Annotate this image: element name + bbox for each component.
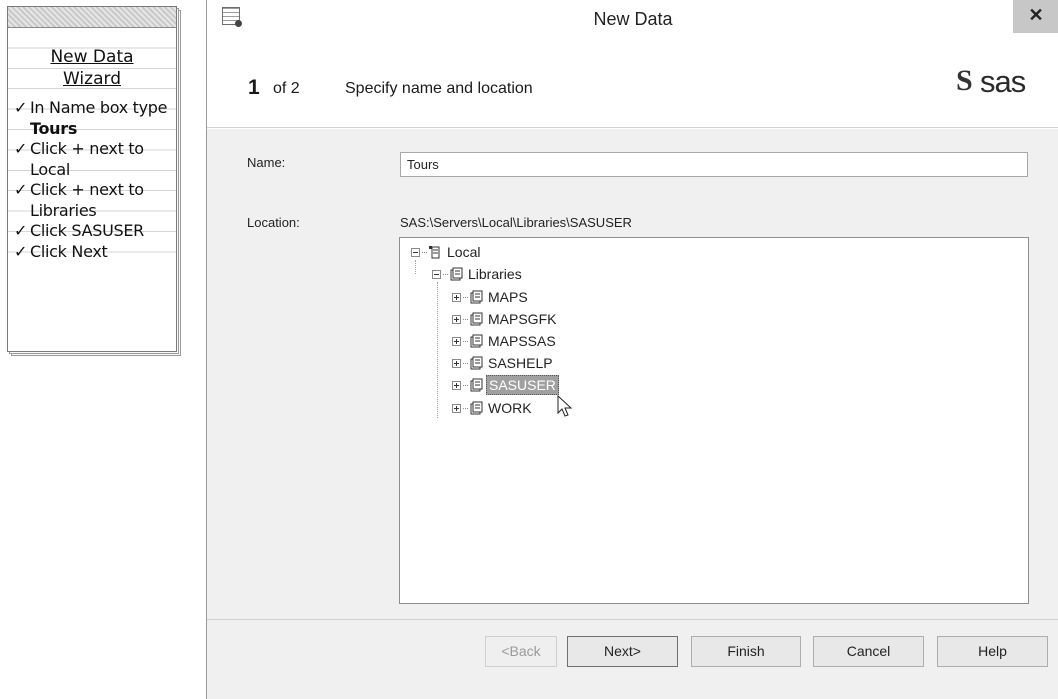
back-button[interactable]: <Back — [485, 636, 557, 667]
tree-node-label: SASUSER — [486, 375, 559, 395]
expand-icon[interactable] — [452, 292, 461, 302]
note-step: ✓ Click + next to Local — [14, 139, 170, 180]
step-title: Specify name and location — [345, 80, 533, 97]
check-icon: ✓ — [14, 98, 28, 117]
note-steps: ✓ In Name box type Tours ✓ Click + next … — [14, 98, 170, 262]
next-button[interactable]: Next> — [567, 636, 678, 667]
sas-logo: S sas — [956, 64, 1046, 100]
note-step-text: Click + next to Libraries — [30, 180, 144, 220]
tree-node-label: WORK — [488, 400, 532, 416]
new-data-dialog: New Data ✕ 1 of 2 Specify name and locat… — [206, 0, 1058, 699]
tree-node-label: MAPS — [488, 289, 528, 305]
note-binding — [8, 7, 176, 28]
note-step: ✓ Click SASUSER — [14, 221, 170, 242]
wizard-footer: <Back Next> Finish Cancel Help — [207, 619, 1058, 699]
note-step-bold: Tours — [30, 118, 78, 138]
note-step: ✓ Click Next — [14, 242, 170, 263]
wizard-header: 1 of 2 Specify name and location S sas — [207, 36, 1058, 128]
instruction-note: New Data Wizard ✓ In Name box type Tours… — [7, 6, 183, 357]
tree-node-library-selected[interactable]: SASUSER — [452, 375, 559, 395]
note-step-text: Click + next to Local — [30, 139, 144, 179]
window-title: New Data — [593, 9, 673, 29]
tree-connector — [422, 251, 427, 253]
note-step: ✓ Click + next to Libraries — [14, 180, 170, 221]
check-icon: ✓ — [14, 241, 28, 261]
step-number: 1 — [248, 76, 260, 99]
library-icon — [470, 334, 483, 348]
tree-node-library[interactable]: MAPSGFK — [452, 309, 558, 329]
cancel-button[interactable]: Cancel — [813, 636, 924, 667]
sas-logo-text: sas — [980, 64, 1026, 99]
library-icon — [470, 312, 483, 326]
note-title-line1: New Data — [50, 47, 134, 67]
tree-connector — [415, 260, 416, 274]
name-label: Name: — [247, 155, 286, 170]
tree-connector — [463, 362, 468, 364]
note-step-text: Click SASUSER — [30, 221, 144, 240]
tree-node-label: MAPSSAS — [488, 333, 556, 349]
mouse-pointer-icon — [557, 395, 573, 417]
tree-node-library[interactable]: MAPS — [452, 287, 530, 307]
location-tree[interactable]: Local Libraries MAPS MAPSGFK MAPSSAS SAS… — [399, 237, 1029, 604]
sas-logo-mark: S — [956, 64, 973, 97]
library-icon — [470, 290, 483, 304]
tree-connector — [443, 273, 448, 275]
check-icon: ✓ — [14, 221, 28, 240]
expand-icon[interactable] — [452, 380, 461, 390]
tree-node-libraries[interactable]: Libraries — [432, 264, 524, 284]
tree-connector — [463, 296, 468, 298]
library-icon — [470, 401, 483, 415]
collapse-icon[interactable] — [432, 269, 441, 279]
note-body: New Data Wizard ✓ In Name box type Tours… — [8, 28, 176, 262]
expand-icon[interactable] — [452, 358, 461, 368]
note-step-text: In Name box type — [30, 98, 168, 117]
close-button[interactable]: ✕ — [1013, 0, 1058, 33]
name-input[interactable] — [400, 152, 1028, 177]
step-count: of 2 — [273, 80, 300, 97]
tree-connector — [463, 384, 468, 386]
wizard-content: Name: Location: SAS:\Servers\Local\Libra… — [207, 129, 1058, 619]
library-icon — [470, 378, 483, 392]
tree-node-label: Local — [447, 244, 481, 260]
help-button[interactable]: Help — [937, 636, 1048, 667]
tree-node-library[interactable]: WORK — [452, 398, 534, 418]
expand-icon[interactable] — [452, 403, 461, 413]
server-icon — [429, 246, 440, 259]
library-icon — [450, 267, 463, 281]
note-step: ✓ In Name box type Tours — [14, 98, 170, 139]
tree-connector — [463, 340, 468, 342]
tree-connector — [437, 282, 438, 418]
library-icon — [470, 356, 483, 370]
location-label: Location: — [247, 215, 300, 230]
expand-icon[interactable] — [452, 314, 461, 324]
tree-connector — [463, 407, 468, 409]
check-icon: ✓ — [14, 139, 28, 158]
note-title: New Data Wizard — [14, 28, 170, 90]
tree-node-label: MAPSGFK — [488, 311, 557, 327]
location-path: SAS:\Servers\Local\Libraries\SASUSER — [400, 215, 632, 230]
note-step-text: Click Next — [30, 241, 108, 261]
note-card: New Data Wizard ✓ In Name box type Tours… — [7, 6, 177, 352]
note-title-line2: Wizard — [63, 69, 121, 89]
tree-connector — [463, 318, 468, 320]
finish-button[interactable]: Finish — [691, 636, 801, 667]
collapse-icon[interactable] — [411, 247, 420, 257]
expand-icon[interactable] — [452, 336, 461, 346]
tree-node-local[interactable]: Local — [411, 242, 482, 262]
tree-node-library[interactable]: MAPSSAS — [452, 331, 558, 351]
tree-node-library[interactable]: SASHELP — [452, 353, 555, 373]
title-bar[interactable]: New Data ✕ — [207, 0, 1058, 36]
tree-node-label: Libraries — [468, 266, 522, 282]
check-icon: ✓ — [14, 180, 28, 199]
tree-node-label: SASHELP — [488, 355, 553, 371]
